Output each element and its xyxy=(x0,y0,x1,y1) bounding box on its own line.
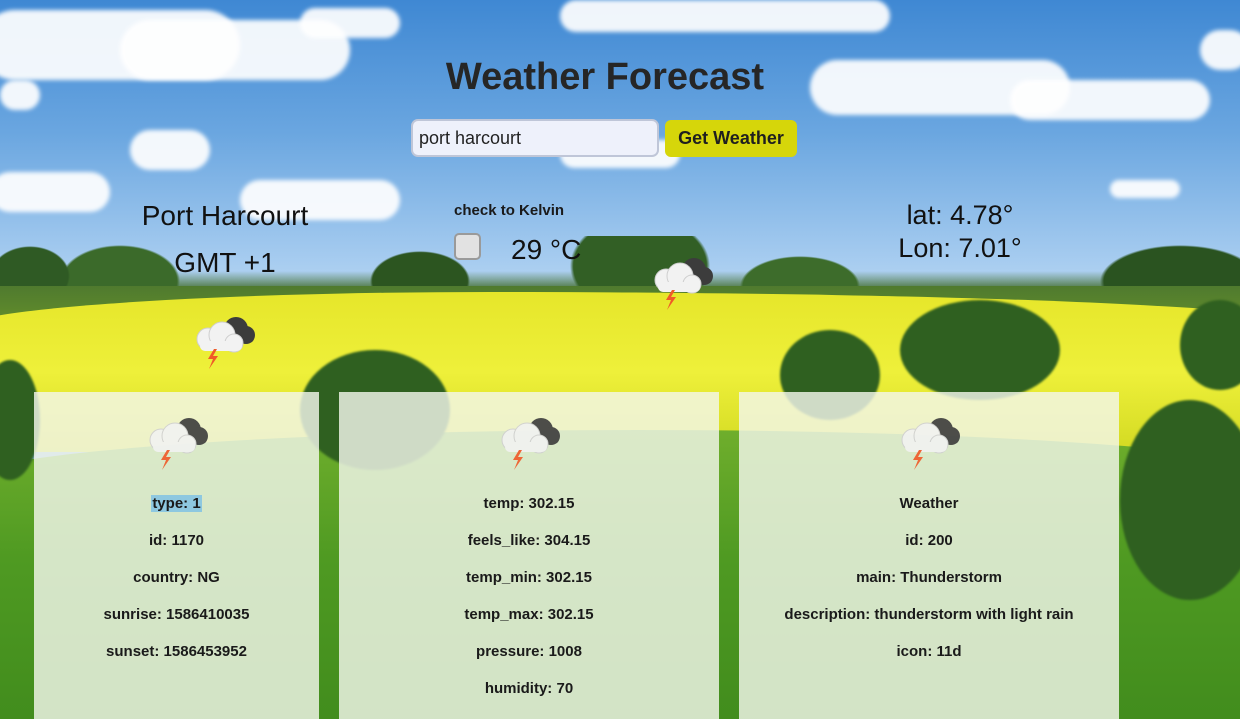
list-item: id: 200 xyxy=(905,532,953,549)
list-item: icon: 11d xyxy=(896,643,962,660)
main-info-card: temp: 302.15 feels_like: 304.15 temp_min… xyxy=(339,392,719,719)
latitude: lat: 4.78° xyxy=(906,200,1014,230)
page-title: Weather Forecast xyxy=(445,56,765,98)
list-item: pressure: 1008 xyxy=(476,643,582,660)
sys-info-card: type: 1 id: 1170 country: NG sunrise: 15… xyxy=(34,392,319,719)
list-item: temp_min: 302.15 xyxy=(466,569,592,586)
selected-text: type: 1 xyxy=(151,495,202,512)
cloud xyxy=(130,130,210,170)
main-info-list: temp: 302.15 feels_like: 304.15 temp_min… xyxy=(339,493,719,715)
list-item: description: thunderstorm with light rai… xyxy=(784,606,1074,623)
cloud xyxy=(1110,180,1180,198)
thunderstorm-icon xyxy=(188,309,260,371)
list-item: main: Thunderstorm xyxy=(856,569,1002,586)
bush xyxy=(900,300,1060,400)
kelvin-checkbox[interactable] xyxy=(454,233,481,260)
city-name: Port Harcourt xyxy=(141,200,309,231)
weather-info-list: Weather id: 200 main: Thunderstorm descr… xyxy=(739,493,1119,678)
get-weather-button[interactable]: Get Weather xyxy=(665,120,797,157)
list-item: sunrise: 1586410035 xyxy=(103,606,250,623)
current-temperature: 29 °C xyxy=(511,234,582,265)
longitude: Lon: 7.01° xyxy=(898,233,1022,263)
list-item: Weather xyxy=(899,495,959,512)
city-search-input[interactable] xyxy=(411,119,659,157)
weather-info-card: Weather id: 200 main: Thunderstorm descr… xyxy=(739,392,1119,719)
list-item: country: NG xyxy=(133,569,220,586)
thunderstorm-icon xyxy=(893,410,965,472)
kelvin-toggle-label: check to Kelvin xyxy=(454,202,565,219)
list-item: temp: 302.15 xyxy=(483,495,575,512)
timezone: GMT +1 xyxy=(174,247,276,278)
sys-info-list: type: 1 id: 1170 country: NG sunrise: 15… xyxy=(34,493,319,678)
list-item: humidity: 70 xyxy=(484,680,574,697)
cloud xyxy=(300,8,400,38)
list-item: id: 1170 xyxy=(148,532,205,549)
list-item: feels_like: 304.15 xyxy=(467,532,591,549)
thunderstorm-icon xyxy=(646,250,718,312)
list-item: temp_max: 302.15 xyxy=(464,606,594,623)
cloud xyxy=(0,172,110,212)
list-item: sunset: 1586453952 xyxy=(106,643,247,660)
thunderstorm-icon xyxy=(493,410,565,472)
cloud xyxy=(560,0,890,32)
thunderstorm-icon xyxy=(141,410,213,472)
list-item: type: 1 xyxy=(34,493,319,530)
